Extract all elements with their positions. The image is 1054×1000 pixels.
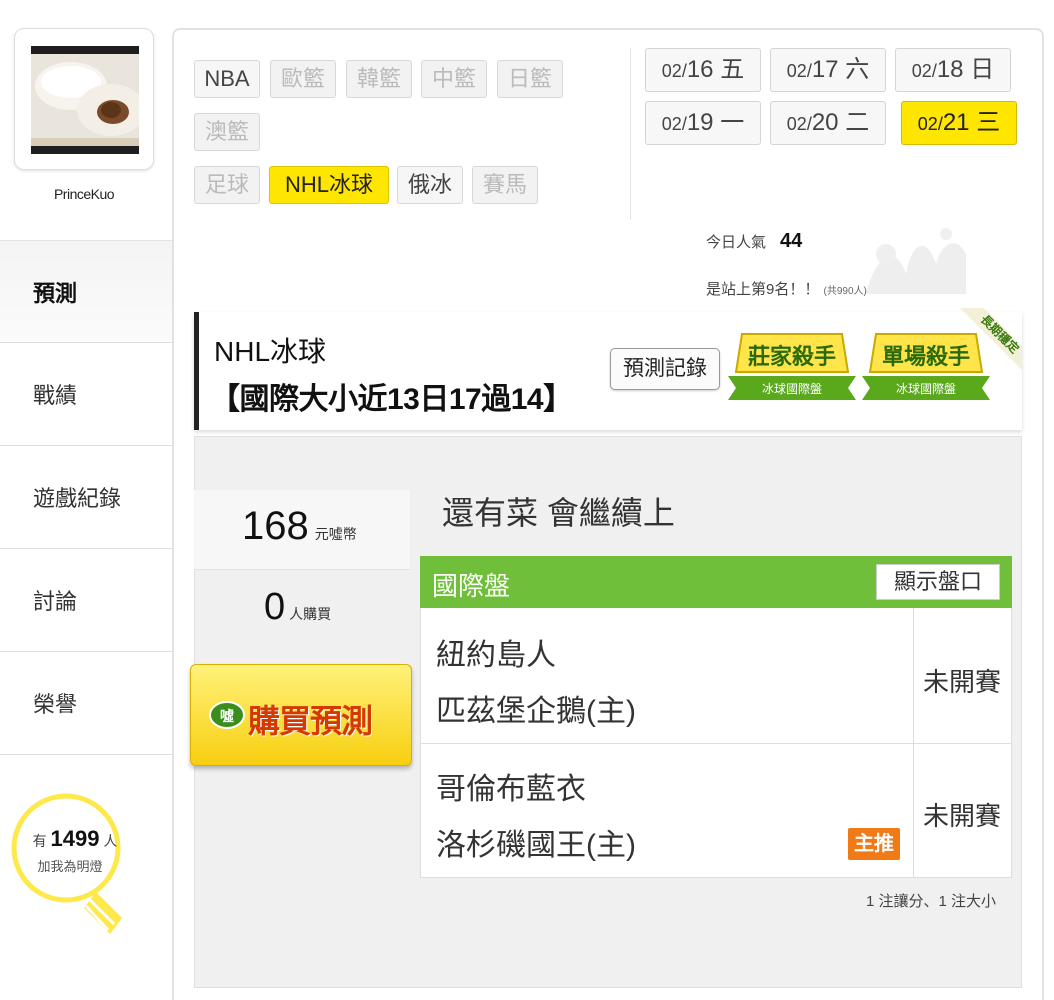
long-term-stable-ribbon: 長期穩定 [950,308,1022,380]
game-1-away-team: 紐約島人 [436,639,556,672]
banner-title: NHL冰球 [214,336,327,367]
category-nba[interactable]: NBA [194,60,260,98]
date-0216[interactable]: 02/16 五 [645,48,761,92]
coin-icon: 噓 [209,701,245,729]
date-day: 16 [686,56,714,83]
category-aus-basketball[interactable]: 澳籃 [194,113,260,151]
nav-item-honor[interactable]: 榮譽 [0,652,172,755]
price: 168 元噓幣 [242,504,357,549]
rank: 是站上第9名！！ (共990人) [706,278,867,299]
rank-total: (共990人) [823,286,867,297]
badge-bookie-killer: 莊家殺手 冰球國際盤 [728,333,856,400]
date-weekday: 五 [720,56,745,83]
nav-item-predict[interactable]: 預測 [0,240,172,343]
game-2-away-team: 哥倫布藍衣 [436,773,586,806]
fan-suffix: 人 [103,833,118,849]
date-0217[interactable]: 02/17 六 [770,48,886,92]
date-day: 20 [811,109,839,136]
date-day: 19 [686,109,714,136]
coin-icon-text: 噓 [220,708,234,724]
price-value: 168 [242,504,309,548]
row-divider [420,743,1012,744]
category-korea-basketball[interactable]: 韓籃 [346,60,412,98]
game-2-status: 未開賽 [922,801,1001,831]
avatar[interactable] [31,46,139,154]
date-prefix: 02/ [911,61,937,81]
category-soccer[interactable]: 足球 [194,166,260,204]
date-0221[interactable]: 02/21 三 [901,101,1017,145]
rank-text: 是站上第9名！！ [706,281,820,298]
date-weekday: 二 [845,109,870,136]
badge-title: 莊家殺手 [748,344,836,369]
date-day: 17 [811,56,839,83]
category-horse-racing[interactable]: 賽馬 [472,166,538,204]
date-weekday: 三 [976,109,1001,136]
category-japan-basketball[interactable]: 日籃 [497,60,563,98]
date-weekday: 日 [970,56,995,83]
date-0219[interactable]: 02/19 一 [645,101,761,145]
date-prefix: 02/ [661,61,687,81]
date-prefix: 02/ [786,61,812,81]
fan-count-value: 1499 [50,826,100,851]
popularity-value: 44 [780,230,803,252]
sidebar: PrinceKuo 預測 戰績 遊戲紀錄 討論 榮譽 有 1499 人 加我為明… [0,0,172,1000]
popularity: 今日人氣 44 [706,230,802,253]
prediction-headline: 還有菜 會繼續上 [442,495,675,531]
buyers-unit: 人購買 [289,606,332,622]
avatar-card[interactable] [14,28,154,170]
game-1-status: 未開賽 [922,667,1001,697]
date-prefix: 02/ [786,114,812,134]
price-unit: 元噓幣 [314,526,357,542]
buy-prediction-label[interactable]: 購買預測 [248,696,373,742]
category-russia-hockey[interactable]: 俄冰 [397,166,463,204]
bet-summary: 1 注讓分、1 注大小 [866,893,997,910]
badge-sub: 冰球國際盤 [762,382,822,396]
prediction-record-button[interactable]: 預測記錄 [610,348,720,390]
game-2-home-team: 洛杉磯國王(主) [436,829,636,862]
fan-prefix: 有 [32,833,47,849]
badge-sub: 冰球國際盤 [896,382,956,396]
game-1-home-team: 匹茲堡企鵝(主) [436,695,636,728]
nav-item-game-log[interactable]: 遊戲紀錄 [0,446,172,549]
buyers-value: 0 [264,586,286,628]
category-nhl-hockey[interactable]: NHL冰球 [269,166,389,204]
category-euro-basketball[interactable]: 歐籃 [270,60,336,98]
nav-item-record[interactable]: 戰績 [0,343,172,446]
divider [630,48,631,220]
fan-count: 有 1499 人 [10,826,140,852]
nav-item-discussion[interactable]: 討論 [0,549,172,652]
crown-deco-icon [866,228,966,294]
ribbon-text: 長期穩定 [978,312,1022,357]
banner-subtitle: 【國際大小近13日17過14】 [210,383,573,416]
date-day: 18 [936,56,964,83]
odds-title: 國際盤 [432,571,511,601]
popularity-label: 今日人氣 [706,234,767,251]
date-weekday: 一 [720,109,745,136]
date-prefix: 02/ [917,114,943,134]
date-0218[interactable]: 02/18 日 [895,48,1011,92]
category-china-basketball[interactable]: 中籃 [421,60,487,98]
buyers: 0 人購買 [264,586,331,629]
featured-pick-badge: 主推 [848,828,900,860]
show-odds-button[interactable]: 顯示盤口 [876,564,1000,600]
username: PrinceKuo [53,186,115,202]
date-0220[interactable]: 02/20 二 [770,101,886,145]
date-day: 21 [942,109,970,136]
date-weekday: 六 [845,56,870,83]
fan-label[interactable]: 加我為明燈 [10,856,130,875]
date-prefix: 02/ [661,114,687,134]
